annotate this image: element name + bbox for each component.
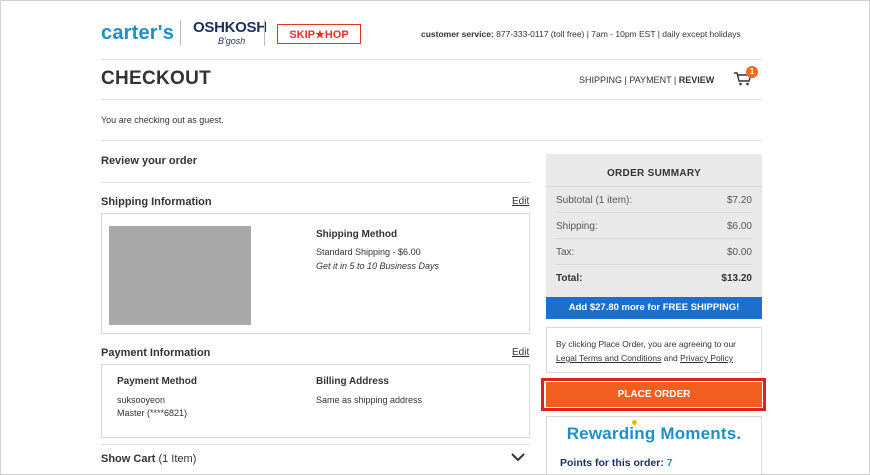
shipping-cost-value: $6.00 [726,221,752,232]
guest-note: You are checking out as guest. [101,115,224,125]
order-summary-title: ORDER SUMMARY [606,168,702,179]
chevron-down-icon[interactable] [511,452,525,462]
free-shipping-banner: Add $27.80 more for FREE SHIPPING! [546,297,762,319]
divider [556,238,752,239]
payment-method-label: Payment Method [117,376,198,387]
shipping-info-title: Shipping Information [101,196,212,208]
divider [556,264,752,265]
skiphop-logo[interactable]: SKIP★HOP [277,24,361,44]
total-label: Total: [556,273,583,284]
step-payment[interactable]: PAYMENT [629,75,671,85]
terms-text: By clicking Place Order, you are agreein… [556,337,756,365]
rewards-points: Points for this order: 7 [560,457,673,469]
show-cart-toggle[interactable]: Show Cart (1 Item) [101,453,196,465]
shipping-edit-link[interactable]: Edit [512,196,529,207]
divider [101,59,762,60]
oshkosh-sub-logo: B'gosh [218,36,246,46]
review-heading: Review your order [101,155,197,167]
address-redacted-image [109,226,251,325]
place-order-button[interactable]: PLACE ORDER [546,382,762,407]
tax-label: Tax: [556,247,575,258]
customer-service-text: 877-333-0117 (toll free) | 7am - 10pm ES… [496,29,741,39]
payment-name: suksooyeon [117,395,166,405]
divider [101,140,762,141]
customer-service-label: customer service: [421,29,494,39]
legal-terms-link[interactable]: Legal Terms and Conditions [556,353,661,363]
oshkosh-logo[interactable]: OSHKOSH [193,19,267,36]
shipping-cost-label: Shipping: [556,221,598,232]
total-value: $13.20 [721,273,752,284]
payment-edit-link[interactable]: Edit [512,347,529,358]
rewarding-moments-logo: Rewarding Moments. [566,424,742,443]
checkout-steps: SHIPPING | PAYMENT | REVIEW [579,75,714,85]
show-cart-label: Show Cart [101,453,156,465]
divider [556,212,752,213]
divider [101,444,530,445]
customer-service-info: customer service: 877-333-0117 (toll fre… [421,29,741,39]
step-separator: | [673,75,677,85]
brand-divider [264,20,265,46]
payment-card: Master (****6821) [117,408,188,418]
shipping-method-value: Standard Shipping - $6.00 [316,247,421,257]
terms-and: and [663,353,678,363]
step-separator: | [624,75,627,85]
privacy-policy-link[interactable]: Privacy Policy [680,353,733,363]
divider [546,186,762,187]
divider [101,182,530,183]
cart-count-badge: 1 [746,66,758,78]
brand-divider [180,20,181,46]
tax-value: $0.00 [726,247,752,258]
carters-logo[interactable]: carter's [101,22,174,45]
payment-info-title: Payment Information [101,347,211,359]
points-label: Points for this order: [560,457,664,469]
delivery-note: Get it in 5 to 10 Business Days [316,261,440,271]
step-shipping[interactable]: SHIPPING [579,75,622,85]
show-cart-count: (1 Item) [158,453,197,465]
terms-prefix: By clicking Place Order, you are agreein… [556,339,737,349]
billing-address-value: Same as shipping address [316,395,423,405]
billing-address-label: Billing Address [316,376,389,387]
shipping-method-label: Shipping Method [316,229,398,240]
subtotal-value: $7.20 [726,195,752,206]
step-review: REVIEW [678,75,715,85]
page-title: CHECKOUT [101,68,212,89]
points-value: 7 [666,457,673,469]
subtotal-label: Subtotal (1 item): [556,195,633,206]
divider [101,99,762,100]
